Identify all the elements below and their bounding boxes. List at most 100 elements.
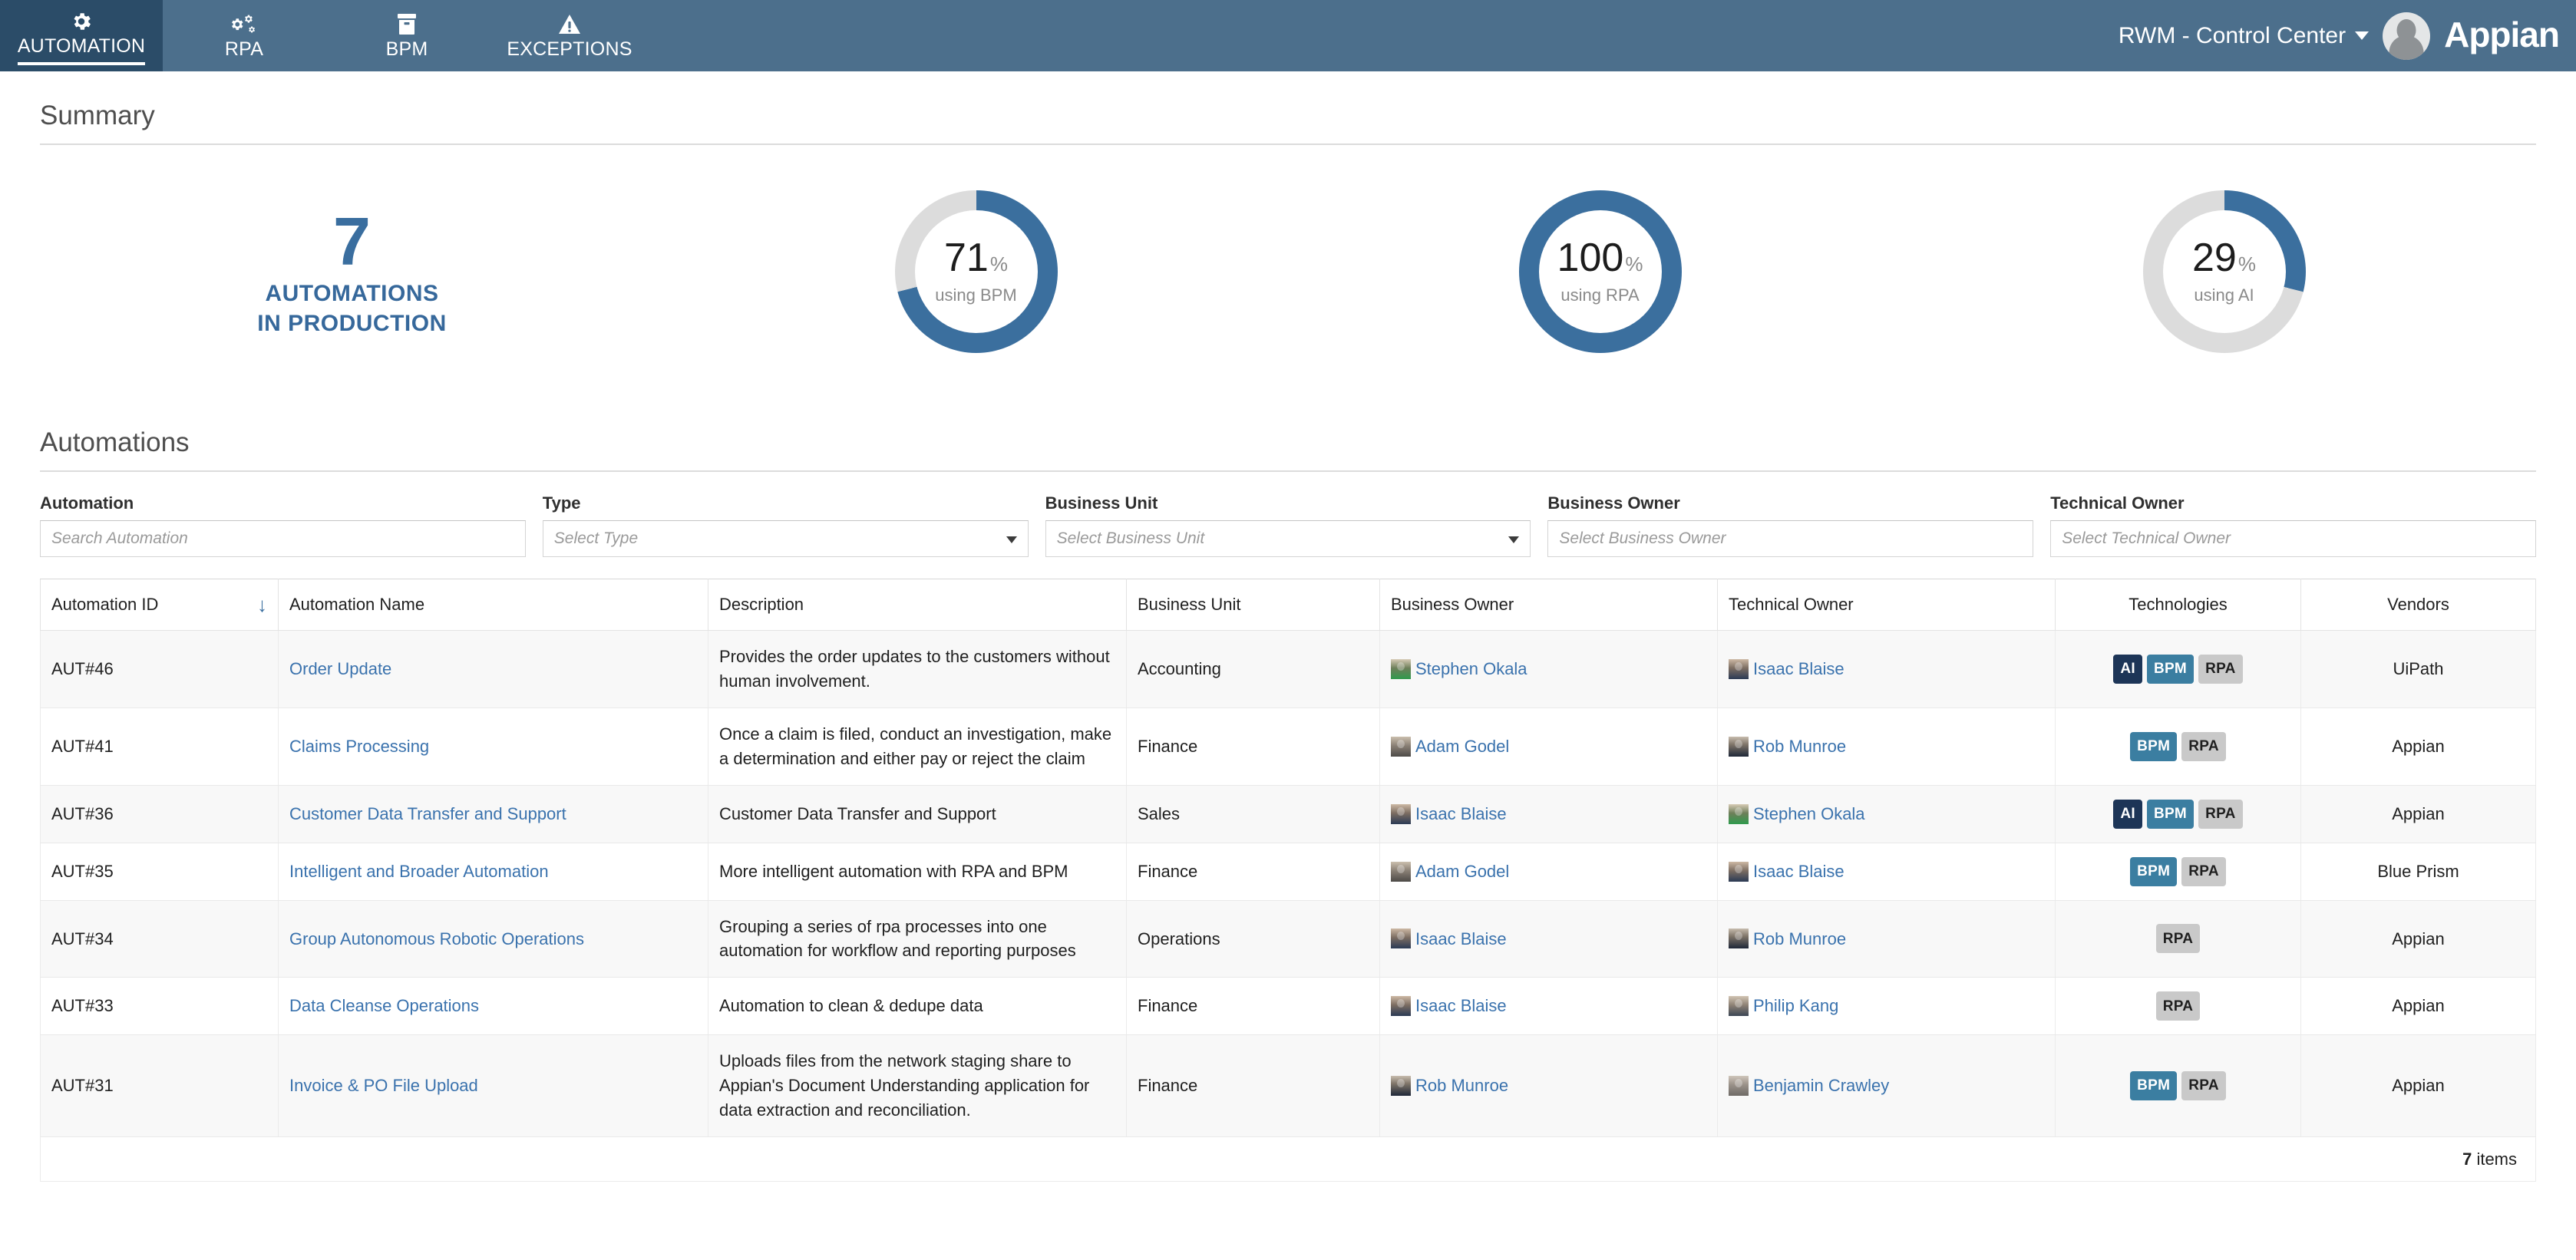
person-name-link[interactable]: Adam Godel — [1415, 859, 1509, 884]
cell-description: Uploads files from the network staging s… — [708, 1034, 1127, 1138]
col-technologies[interactable]: Technologies — [2055, 579, 2301, 631]
col-label: Automation Name — [289, 595, 425, 614]
table-body: AUT#46 Order Update Provides the order upd… — [40, 630, 2536, 1138]
cell-vendor: Appian — [2300, 1034, 2536, 1138]
table-row[interactable]: AUT#41 Claims Processing Once a claim is f… — [40, 708, 2536, 786]
person-name-link[interactable]: Isaac Blaise — [1415, 994, 1507, 1018]
col-description[interactable]: Description — [708, 579, 1127, 631]
donut-label: using BPM — [935, 285, 1017, 305]
person-photo-icon — [1729, 996, 1749, 1017]
person-chip[interactable]: Stephen Okala — [1391, 657, 1706, 681]
table-row[interactable]: AUT#46 Order Update Provides the order upd… — [40, 630, 2536, 708]
cell-technical-owner: Isaac Blaise — [1717, 843, 2056, 901]
cell-business-unit: Finance — [1126, 1034, 1380, 1138]
automation-name-link[interactable]: Intelligent and Broader Automation — [289, 862, 549, 881]
automation-name-link[interactable]: Claims Processing — [289, 737, 429, 756]
nav-item-automation[interactable]: AUTOMATION — [0, 0, 163, 71]
col-automation-name[interactable]: Automation Name — [278, 579, 708, 631]
cell-description: Automation to clean & dedupe data — [708, 977, 1127, 1036]
person-name-link[interactable]: Rob Munroe — [1415, 1074, 1508, 1098]
person-chip[interactable]: Stephen Okala — [1729, 802, 2044, 826]
person-name-link[interactable]: Philip Kang — [1753, 994, 1838, 1018]
donut-label: using RPA — [1560, 285, 1640, 305]
input-technical-owner[interactable]: Select Technical Owner — [2050, 520, 2536, 557]
cell-business-unit: Finance — [1126, 708, 1380, 786]
technology-tag-rpa: RPA — [2181, 856, 2226, 886]
technology-tag-bpm: BPM — [2130, 1071, 2178, 1101]
person-name-link[interactable]: Isaac Blaise — [1753, 657, 1844, 681]
person-chip[interactable]: Adam Godel — [1391, 734, 1706, 759]
col-label: Automation ID — [51, 595, 159, 614]
person-chip[interactable]: Philip Kang — [1729, 994, 2044, 1018]
input-automation[interactable]: Search Automation — [40, 520, 526, 557]
person-name-link[interactable]: Rob Munroe — [1753, 734, 1846, 759]
filter-type: Type Select Type — [542, 493, 1029, 557]
cell-automation-name: Customer Data Transfer and Support — [278, 785, 708, 843]
cell-vendor: Appian — [2300, 785, 2536, 843]
table-row[interactable]: AUT#33 Data Cleanse Operations Automation … — [40, 977, 2536, 1036]
person-chip[interactable]: Rob Munroe — [1391, 1074, 1706, 1098]
automation-name-link[interactable]: Customer Data Transfer and Support — [289, 804, 566, 823]
person-name-link[interactable]: Stephen Okala — [1753, 802, 1865, 826]
cell-description: Provides the order updates to the custom… — [708, 630, 1127, 708]
person-name-link[interactable]: Isaac Blaise — [1415, 802, 1507, 826]
person-chip[interactable]: Adam Godel — [1391, 859, 1706, 884]
col-automation-id[interactable]: Automation ID ↓ — [40, 579, 279, 631]
technology-tag-group: AI BPM RPA — [2066, 799, 2290, 829]
person-chip[interactable]: Isaac Blaise — [1391, 927, 1706, 952]
table-row[interactable]: AUT#31 Invoice & PO File Upload Uploads fi… — [40, 1034, 2536, 1138]
automation-name-link[interactable]: Data Cleanse Operations — [289, 996, 479, 1015]
person-chip[interactable]: Rob Munroe — [1729, 927, 2044, 952]
automation-name-link[interactable]: Invoice & PO File Upload — [289, 1076, 478, 1095]
cell-automation-name: Data Cleanse Operations — [278, 977, 708, 1036]
person-photo-icon — [1391, 1076, 1411, 1097]
person-photo-icon — [1391, 996, 1411, 1017]
footer-item-count: 7 — [2462, 1149, 2472, 1169]
nav-item-label: BPM — [385, 38, 428, 60]
input-business-owner[interactable]: Select Business Owner — [1547, 520, 2034, 557]
avatar[interactable] — [2383, 12, 2431, 60]
select-business-unit[interactable]: Select Business Unit — [1045, 520, 1531, 557]
person-chip[interactable]: Isaac Blaise — [1729, 657, 2044, 681]
cell-description: Once a claim is filed, conduct an invest… — [708, 708, 1127, 786]
table-row[interactable]: AUT#36 Customer Data Transfer and Support… — [40, 785, 2536, 843]
chevron-down-icon[interactable] — [1006, 536, 1017, 543]
select-type[interactable]: Select Type — [542, 520, 1029, 557]
nav-item-exceptions[interactable]: EXCEPTIONS — [488, 0, 651, 71]
person-photo-icon — [1391, 803, 1411, 824]
col-technical-owner[interactable]: Technical Owner — [1717, 579, 2056, 631]
person-chip[interactable]: Benjamin Crawley — [1729, 1074, 2044, 1098]
table-row[interactable]: AUT#34 Group Autonomous Robotic Operation… — [40, 900, 2536, 978]
person-name-link[interactable]: Rob Munroe — [1753, 927, 1846, 952]
table-row[interactable]: AUT#35 Intelligent and Broader Automation… — [40, 843, 2536, 901]
person-name-link[interactable]: Adam Godel — [1415, 734, 1509, 759]
person-name-link[interactable]: Isaac Blaise — [1753, 859, 1844, 884]
automation-name-link[interactable]: Group Autonomous Robotic Operations — [289, 929, 584, 948]
automation-name-link[interactable]: Order Update — [289, 659, 391, 678]
person-chip[interactable]: Rob Munroe — [1729, 734, 2044, 759]
site-selector[interactable]: RWM - Control Center — [2119, 23, 2370, 49]
cell-business-unit: Sales — [1126, 785, 1380, 843]
person-name-link[interactable]: Benjamin Crawley — [1753, 1074, 1889, 1098]
col-business-owner[interactable]: Business Owner — [1379, 579, 1718, 631]
automation-count-label-2: IN PRODUCTION — [257, 311, 447, 336]
nav-item-bpm[interactable]: BPM — [325, 0, 488, 71]
person-name-link[interactable]: Stephen Okala — [1415, 657, 1527, 681]
col-business-unit[interactable]: Business Unit — [1126, 579, 1380, 631]
person-chip[interactable]: Isaac Blaise — [1729, 859, 2044, 884]
person-chip[interactable]: Isaac Blaise — [1391, 994, 1706, 1018]
person-name-link[interactable]: Isaac Blaise — [1415, 927, 1507, 952]
placeholder-text: Select Technical Owner — [2062, 529, 2231, 547]
cell-technical-owner: Stephen Okala — [1717, 785, 2056, 843]
col-vendors[interactable]: Vendors — [2300, 579, 2536, 631]
technology-tag-rpa: RPA — [2181, 731, 2226, 761]
person-chip[interactable]: Isaac Blaise — [1391, 802, 1706, 826]
sort-descending-icon[interactable]: ↓ — [257, 595, 267, 615]
filter-technical-owner: Technical Owner Select Technical Owner — [2050, 493, 2536, 557]
cell-automation-id: AUT#46 — [40, 630, 279, 708]
technology-tag-group: RPA — [2066, 991, 2290, 1021]
technology-tag-rpa: RPA — [2198, 654, 2243, 684]
nav-item-rpa[interactable]: RPA — [163, 0, 325, 71]
person-photo-icon — [1391, 736, 1411, 757]
chevron-down-icon[interactable] — [1508, 536, 1520, 543]
